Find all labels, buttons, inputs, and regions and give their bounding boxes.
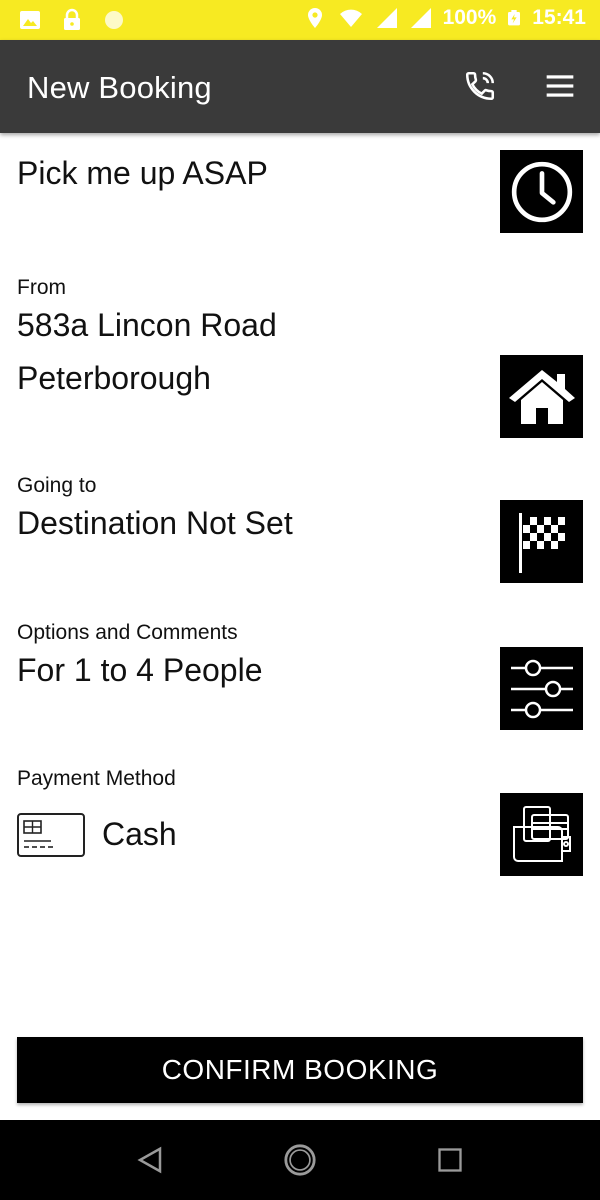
recents-icon	[438, 1148, 462, 1172]
menu-button[interactable]	[540, 66, 580, 106]
navigation-bar	[0, 1120, 600, 1200]
payment-value[interactable]: Cash	[102, 816, 177, 853]
battery-percent: 100%	[442, 6, 497, 29]
circle-icon	[105, 11, 123, 29]
payment-label: Payment Method	[17, 767, 176, 790]
options-button[interactable]	[500, 647, 583, 730]
sliders-icon	[510, 659, 573, 718]
going-to-label: Going to	[17, 474, 97, 497]
call-button[interactable]	[460, 66, 500, 106]
app-bar: New Booking	[0, 40, 600, 133]
signal-icon	[410, 8, 431, 28]
from-label: From	[17, 276, 66, 299]
phone-call-icon	[465, 71, 495, 101]
checkered-flag-icon	[518, 512, 565, 573]
options-label: Options and Comments	[17, 621, 238, 644]
wifi-icon	[339, 9, 362, 27]
options-value[interactable]: For 1 to 4 People	[17, 652, 262, 689]
status-bar: 100% 15:41	[0, 0, 600, 40]
clock-time: 15:41	[532, 6, 586, 29]
recents-button[interactable]	[432, 1142, 468, 1178]
wallet-icon	[512, 805, 571, 862]
from-address-line2[interactable]: Peterborough	[17, 360, 211, 397]
payment-button[interactable]	[500, 793, 583, 876]
lock-icon	[64, 8, 80, 30]
signal-icon	[376, 8, 397, 28]
back-button[interactable]	[132, 1142, 168, 1178]
page-title: New Booking	[27, 70, 212, 105]
clock-icon	[511, 161, 572, 222]
back-icon	[137, 1146, 162, 1174]
image-icon	[20, 11, 40, 29]
from-address-line1[interactable]: 583a Lincon Road	[17, 307, 277, 344]
destination-button[interactable]	[500, 500, 583, 583]
home-nav-button[interactable]	[282, 1142, 318, 1178]
home-circle-icon	[284, 1144, 316, 1176]
from-home-button[interactable]	[500, 355, 583, 438]
menu-icon	[546, 75, 574, 97]
pickup-time-button[interactable]	[500, 150, 583, 233]
home-icon	[508, 369, 575, 424]
battery-charging-icon	[508, 10, 521, 26]
confirm-booking-button[interactable]: CONFIRM BOOKING	[17, 1037, 583, 1103]
pickup-time-value[interactable]: Pick me up ASAP	[17, 155, 268, 192]
payment-card-icon	[17, 813, 85, 857]
location-icon	[307, 8, 322, 28]
destination-value[interactable]: Destination Not Set	[17, 505, 293, 542]
